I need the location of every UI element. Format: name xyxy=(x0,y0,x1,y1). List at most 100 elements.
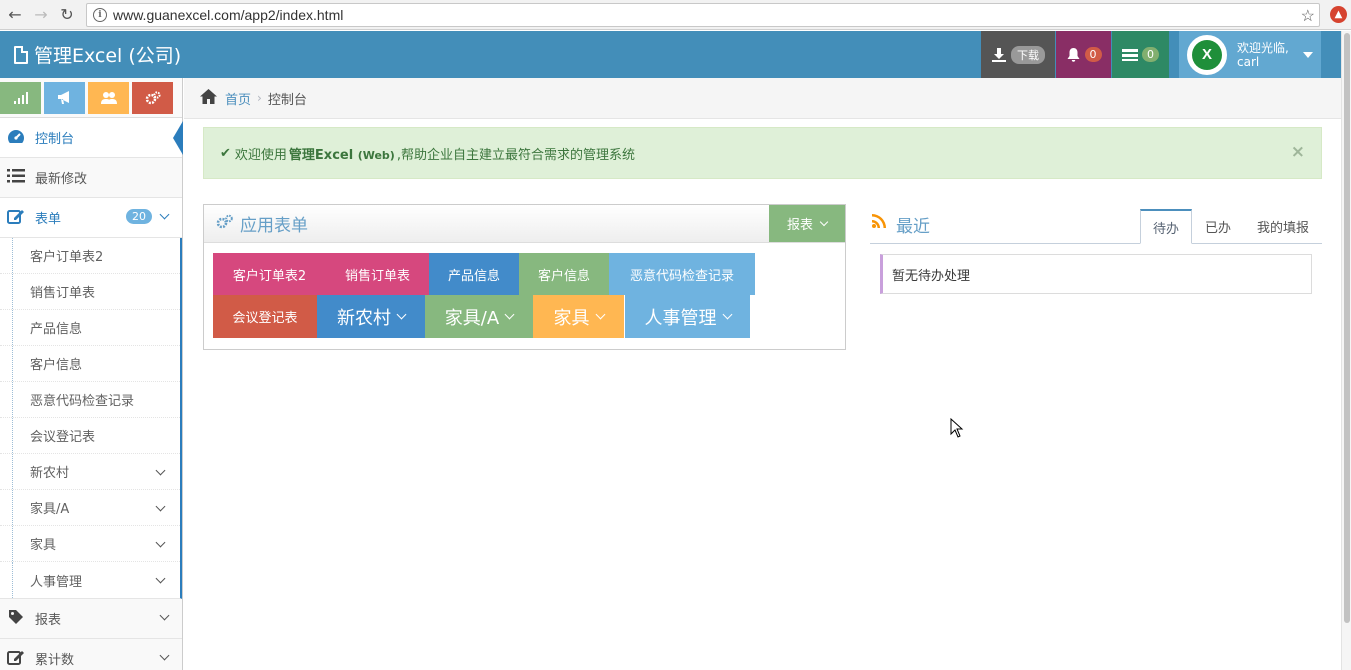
download-label: 下载 xyxy=(1011,45,1045,64)
forms-count-badge: 20 xyxy=(126,209,152,224)
sidebar-item-reports[interactable]: 报表 xyxy=(0,599,182,639)
app-tile[interactable]: 客户信息 xyxy=(519,253,609,295)
brand[interactable]: 管理Excel (公司) xyxy=(14,41,181,68)
sidebar-item-label: 控制台 xyxy=(35,132,75,147)
notifications-button[interactable]: 0 xyxy=(1056,31,1111,78)
submenu-item[interactable]: 客户信息 xyxy=(0,346,180,382)
back-icon[interactable]: ← xyxy=(4,4,26,26)
submenu-item[interactable]: 家具 xyxy=(0,526,180,562)
report-dropdown-button[interactable]: 报表 xyxy=(769,205,845,242)
info-icon[interactable]: i xyxy=(93,8,107,22)
app-tile-dropdown[interactable]: 家具/A xyxy=(425,295,533,338)
recent-widget-header: 最近 待办 已办 我的填报 xyxy=(870,204,1322,244)
messages-badge: 0 xyxy=(1142,47,1159,62)
brand-title: 管理Excel (公司) xyxy=(34,45,182,67)
tag-icon xyxy=(6,609,26,629)
shortcut-users-button[interactable] xyxy=(88,81,129,114)
sidebar-item-label: 最新修改 xyxy=(35,172,88,187)
tab-todo[interactable]: 待办 xyxy=(1139,209,1192,244)
app-tile-label: 人事管理 xyxy=(644,307,717,329)
sidebar-item-label: 表单 xyxy=(35,212,62,227)
breadcrumb: 首页 › 控制台 xyxy=(184,78,1341,119)
app-tile-label: 销售订单表 xyxy=(344,268,410,284)
app-tile-dropdown[interactable]: 家具 xyxy=(533,295,624,338)
address-bar[interactable]: i www.guanexcel.com/app2/index.html ☆ xyxy=(86,3,1320,27)
edit-icon xyxy=(6,208,26,228)
submenu-item-label: 家具/A xyxy=(30,502,70,517)
close-icon[interactable]: × xyxy=(1291,142,1305,162)
forms-submenu: 客户订单表2 销售订单表 产品信息 客户信息 恶意代码检查记录 会议登记表 新农… xyxy=(0,238,182,599)
sidebar: 控制台 最新修改 表单 20 客户订单表2 销售订单表 产品信息 客户信息 恶意… xyxy=(0,78,183,670)
chevron-down-icon xyxy=(159,610,170,621)
edit-icon xyxy=(6,649,26,669)
submenu-item[interactable]: 销售订单表 xyxy=(0,274,180,310)
chevron-down-icon xyxy=(722,309,732,320)
sidebar-item-cumulative[interactable]: 累计数 xyxy=(0,639,182,670)
submenu-item[interactable]: 新农村 xyxy=(0,454,180,490)
submenu-item-label: 客户订单表2 xyxy=(30,250,104,265)
users-icon xyxy=(100,92,117,104)
extension-icon[interactable]: ▲ xyxy=(1330,6,1347,23)
recent-widget-title: 最近 xyxy=(896,217,930,237)
caret-down-icon xyxy=(1302,51,1313,58)
app-tile-label: 客户订单表2 xyxy=(232,268,307,284)
breadcrumb-home-link[interactable]: 首页 xyxy=(225,89,251,108)
submenu-item[interactable]: 家具/A xyxy=(0,490,180,526)
report-button-label: 报表 xyxy=(786,218,813,233)
chevron-down-icon xyxy=(159,209,170,220)
apps-widget-title: 应用表单 xyxy=(240,216,308,236)
app-tile-label: 产品信息 xyxy=(447,268,500,284)
sidebar-item-recent-changes[interactable]: 最新修改 xyxy=(0,158,182,198)
app-tile-label: 新农村 xyxy=(337,307,391,329)
alert-suffix: ,帮助企业自主建立最符合需求的管理系统 xyxy=(396,147,635,163)
mouse-cursor-icon xyxy=(950,418,964,438)
scrollbar-thumb[interactable] xyxy=(1344,33,1350,623)
star-icon[interactable]: ☆ xyxy=(1301,6,1315,26)
app-tile[interactable]: 恶意代码检查记录 xyxy=(609,253,755,295)
shortcut-cogs-button[interactable] xyxy=(132,81,173,114)
app-tile-dropdown[interactable]: 人事管理 xyxy=(625,295,750,338)
download-button[interactable]: 下载 xyxy=(981,31,1055,78)
submenu-item[interactable]: 客户订单表2 xyxy=(0,238,180,274)
app-tile-label: 家具 xyxy=(553,307,590,329)
submenu-item-label: 销售订单表 xyxy=(30,286,96,301)
tab-my-submissions[interactable]: 我的填报 xyxy=(1244,209,1322,244)
alert-highlight-text: 管理Excel xyxy=(288,147,354,163)
submenu-item[interactable]: 恶意代码检查记录 xyxy=(0,382,180,418)
app-tile-label: 家具/A xyxy=(444,307,500,329)
app-tile[interactable]: 客户订单表2 xyxy=(213,253,326,295)
forward-icon[interactable]: → xyxy=(30,4,52,26)
tasks-icon xyxy=(1122,48,1138,61)
download-icon xyxy=(992,47,1006,62)
breadcrumb-separator-icon: › xyxy=(257,91,262,105)
rss-icon xyxy=(872,214,886,232)
sidebar-item-dashboard[interactable]: 控制台 xyxy=(0,118,183,158)
shortcut-signal-button[interactable] xyxy=(0,81,41,114)
bullhorn-icon xyxy=(58,91,69,104)
sidebar-item-forms[interactable]: 表单 20 xyxy=(0,198,182,238)
reload-icon[interactable]: ↻ xyxy=(56,4,78,26)
browser-toolbar: ← → ↻ i www.guanexcel.com/app2/index.htm… xyxy=(0,0,1351,30)
todo-empty-message: 暂无待办处理 xyxy=(880,254,1312,294)
submenu-item[interactable]: 人事管理 xyxy=(0,562,180,598)
dashboard-icon xyxy=(6,128,26,148)
submenu-item[interactable]: 会议登记表 xyxy=(0,418,180,454)
tab-done[interactable]: 已办 xyxy=(1192,209,1244,244)
sidebar-item-label: 累计数 xyxy=(35,653,75,668)
app-tile-dropdown[interactable]: 新农村 xyxy=(317,295,425,338)
submenu-item-label: 新农村 xyxy=(30,466,70,481)
sidebar-shortcuts xyxy=(0,78,182,118)
app-tile[interactable]: 会议登记表 xyxy=(213,295,317,338)
chevron-down-icon xyxy=(396,309,407,320)
app-tile[interactable]: 产品信息 xyxy=(429,253,519,295)
shortcut-bullhorn-button[interactable] xyxy=(44,81,85,114)
user-menu[interactable]: X 欢迎光临, carl xyxy=(1179,31,1321,78)
chevron-down-icon xyxy=(155,501,166,512)
submenu-item[interactable]: 产品信息 xyxy=(0,310,180,346)
excel-logo-icon: X xyxy=(1192,39,1222,70)
page-scrollbar[interactable] xyxy=(1341,31,1351,670)
messages-button[interactable]: 0 xyxy=(1112,31,1169,78)
alert-highlight: 管理Excel (Web) xyxy=(289,144,395,163)
welcome-alert: ✔ 欢迎使用 管理Excel (Web) ,帮助企业自主建立最符合需求的管理系统… xyxy=(203,127,1322,179)
app-tile[interactable]: 销售订单表 xyxy=(326,253,429,295)
